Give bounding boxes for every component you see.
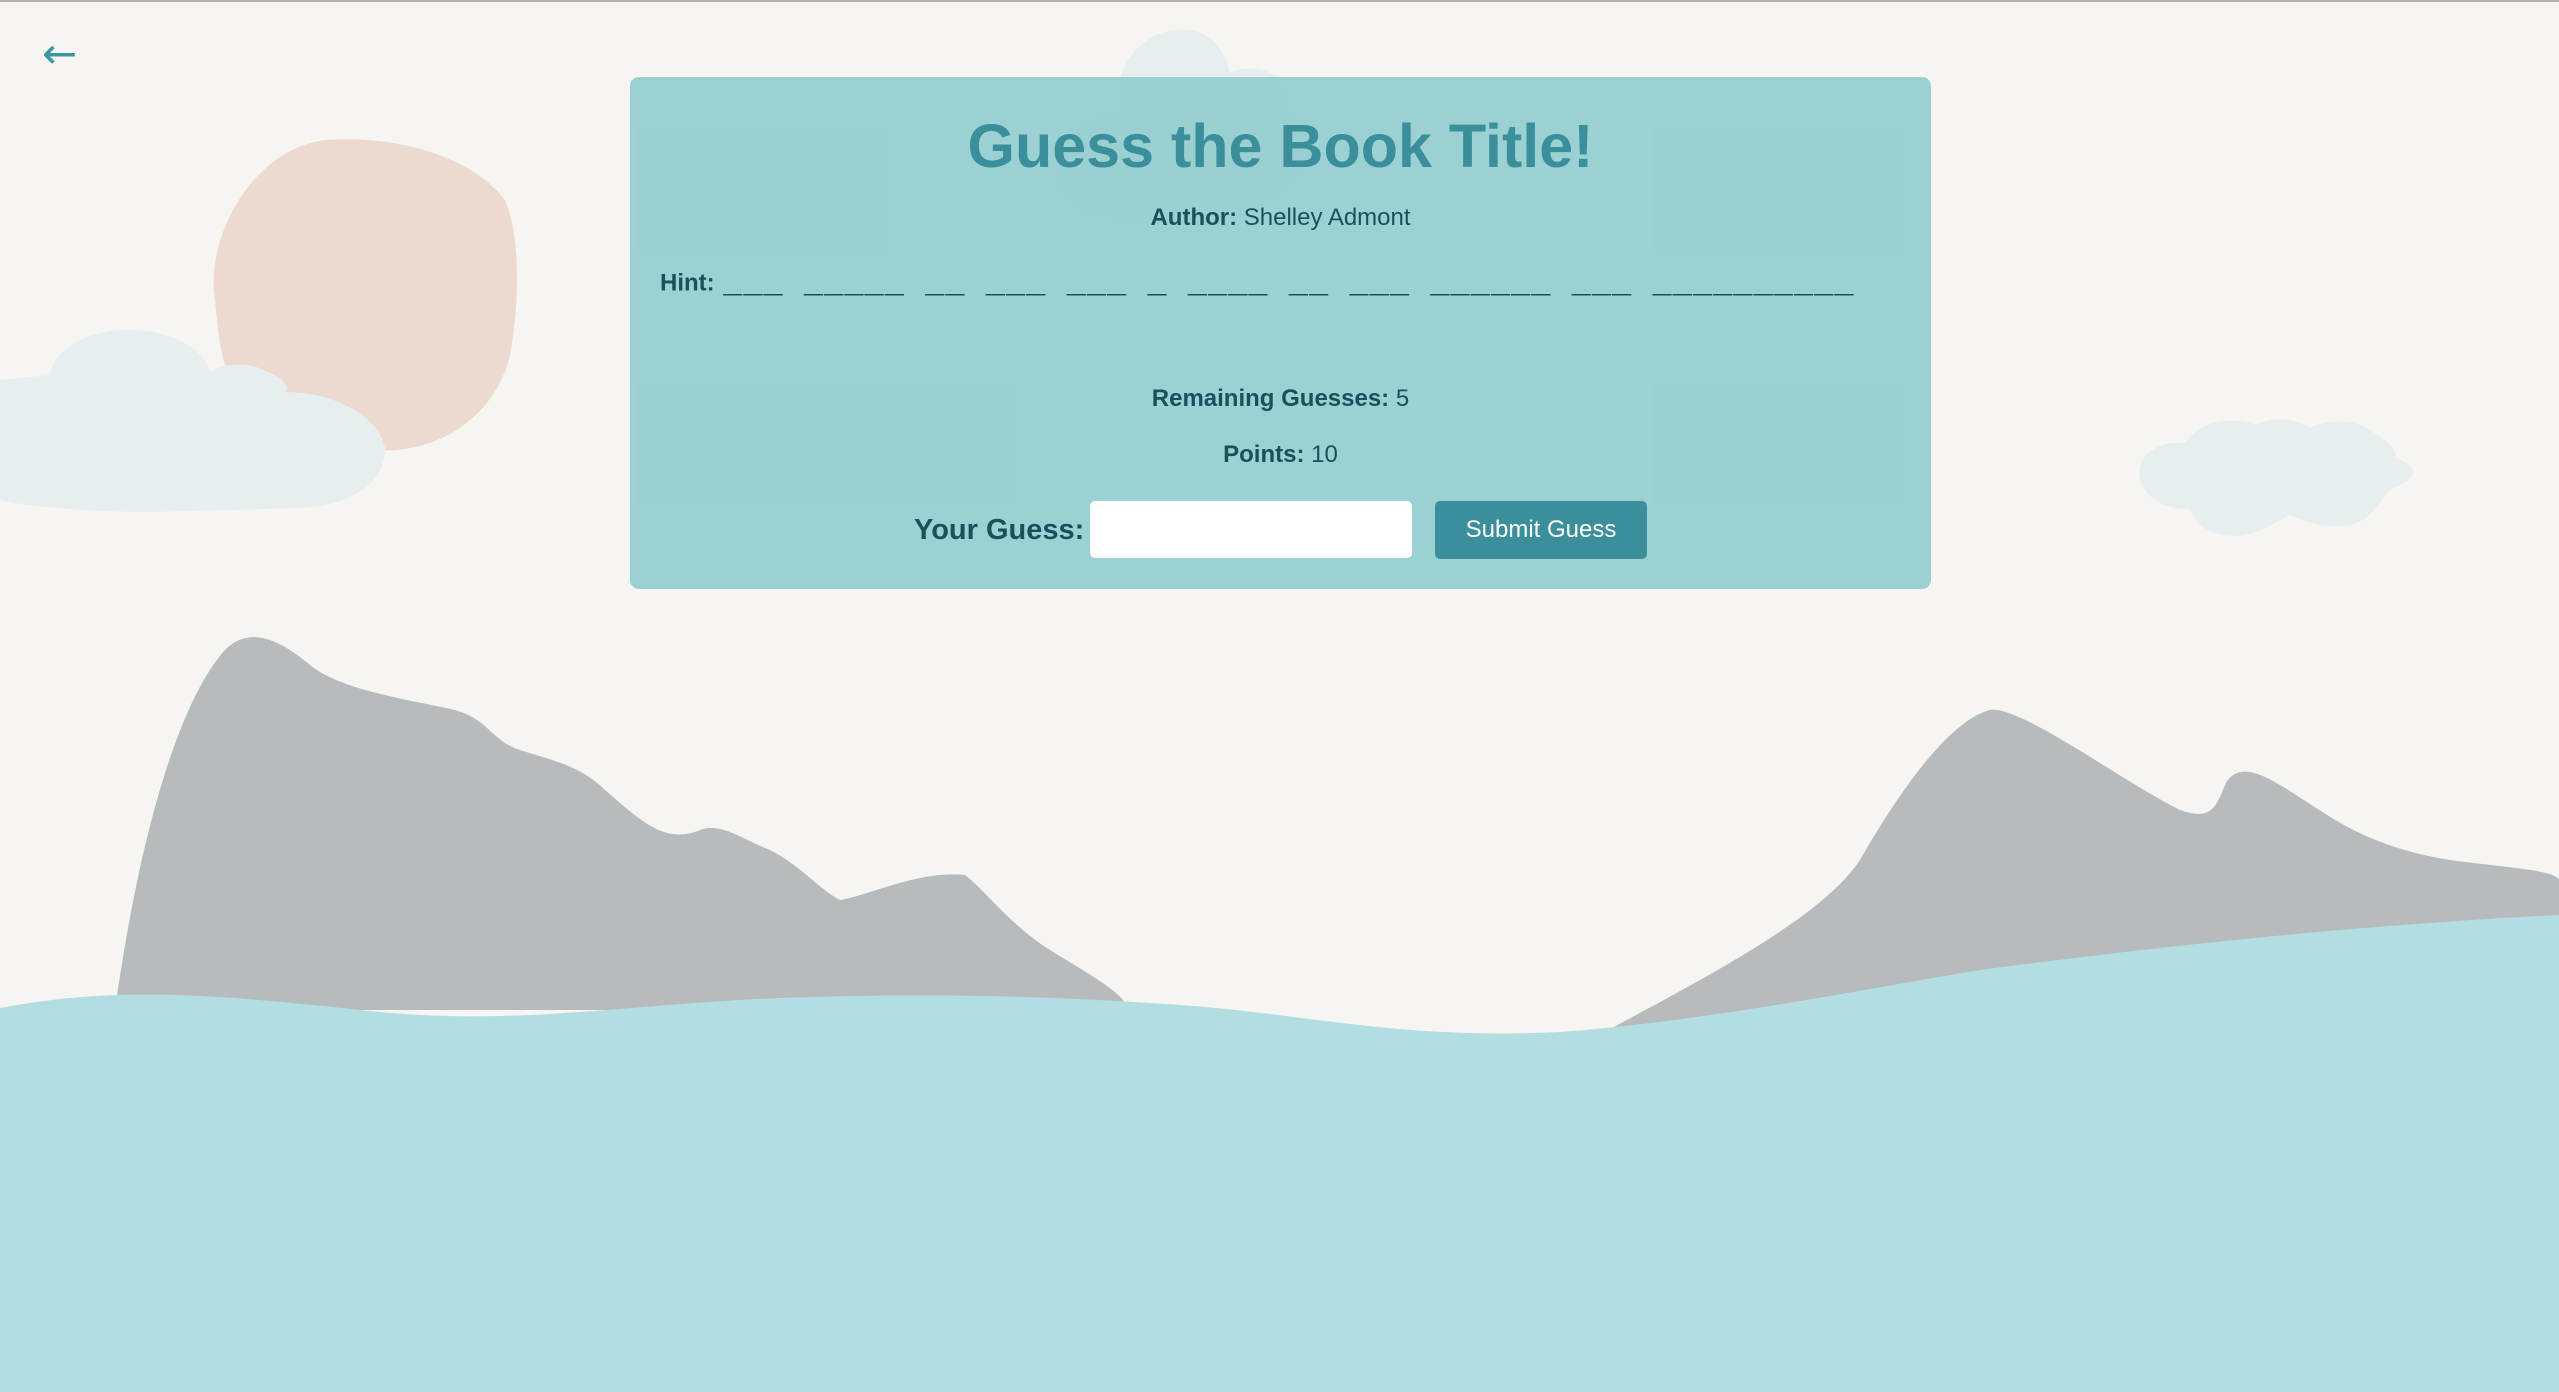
page-title: Guess the Book Title! xyxy=(967,112,1594,180)
game-page: ← Guess the Book Title! Author: Shelley … xyxy=(0,0,2559,1392)
points-line: Points: 10 xyxy=(630,439,1931,471)
submit-guess-button[interactable]: Submit Guess xyxy=(1435,501,1647,559)
remaining-guesses-line: Remaining Guesses: 5 xyxy=(630,383,1931,415)
mountain-left xyxy=(115,637,1130,1010)
hint-line: Hint: ___ _____ __ ___ ___ _ ____ __ ___… xyxy=(660,265,1910,302)
remaining-guesses-label: Remaining Guesses: xyxy=(1151,385,1390,412)
remaining-guesses-value: 5 xyxy=(1395,385,1410,412)
points-label: Points: xyxy=(1223,441,1305,468)
game-card: Guess the Book Title! Author: Shelley Ad… xyxy=(630,77,1931,589)
points-value: 10 xyxy=(1311,441,1338,468)
guess-label: Your Guess: xyxy=(914,514,1085,546)
guess-input[interactable] xyxy=(1090,501,1412,558)
author-value: Shelley Admont xyxy=(1243,204,1411,231)
back-arrow-icon[interactable]: ← xyxy=(42,28,77,80)
author-label: Author: xyxy=(1150,204,1238,231)
guess-form: Your Guess: Submit Guess xyxy=(630,501,1931,559)
cloud-right xyxy=(2139,419,2414,536)
hint-label: Hint: xyxy=(660,269,715,297)
hint-blanks: ___ _____ __ ___ ___ _ ____ __ ___ _____… xyxy=(723,265,1855,302)
author-line: Author: Shelley Admont xyxy=(630,202,1931,234)
